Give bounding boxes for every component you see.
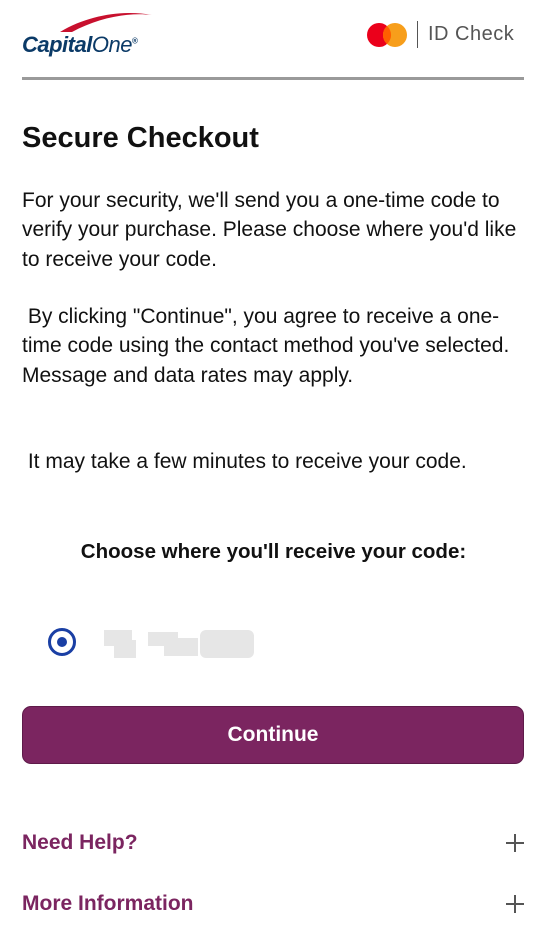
plus-icon[interactable] (506, 834, 524, 852)
idcheck-divider (417, 21, 418, 48)
continue-button[interactable]: Continue (22, 706, 524, 764)
idcheck-label: ID Check (428, 23, 515, 45)
contact-radio-button[interactable] (48, 628, 76, 656)
page-title: Secure Checkout (22, 122, 259, 154)
mastercard-icon (367, 23, 407, 47)
header: CapitalOne® ID Check (0, 0, 547, 80)
accordion-need-help[interactable]: Need Help? (22, 825, 524, 861)
logo-registered-mark: ® (131, 36, 138, 46)
security-paragraph: For your security, we'll send you a one-… (22, 189, 523, 271)
accordion-label: More Information (22, 892, 194, 915)
capital-one-logo: CapitalOne® (20, 8, 165, 62)
header-divider (22, 77, 524, 80)
choose-contact-label: Choose where you'll receive your code: (80, 540, 467, 563)
logo-text-capital: Capital (22, 32, 92, 57)
plus-icon[interactable] (506, 895, 524, 913)
accordion-more-information[interactable]: More Information (22, 886, 524, 922)
consent-paragraph: By clicking "Continue", you agree to rec… (22, 305, 516, 387)
contact-option-masked-value (104, 628, 256, 660)
accordion-label: Need Help? (22, 831, 138, 854)
delay-paragraph: It may take a few minutes to receive you… (22, 450, 467, 473)
logo-text-one: One (91, 32, 133, 57)
